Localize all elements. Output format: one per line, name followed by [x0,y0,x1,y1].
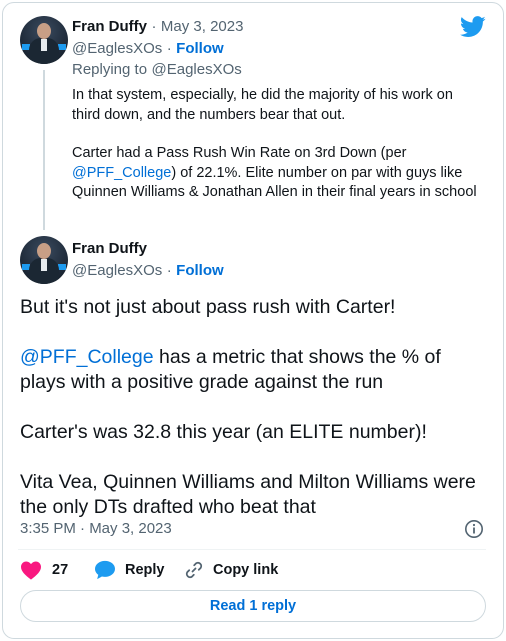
reply-button[interactable]: Reply [94,560,165,580]
follow-button[interactable]: Follow [176,40,224,57]
like-button[interactable]: 27 [20,560,68,580]
avatar[interactable] [20,16,68,64]
avatar[interactable] [20,236,68,284]
tweet-paragraph: But it's not just about pass rush with C… [20,296,396,318]
main-tweet-text: But it's not just about pass rush with C… [20,295,486,520]
header-separator: · [151,18,157,35]
reply-paragraph: In that system, especially, he did the m… [72,87,453,123]
reply-paragraph: Carter had a Pass Rush Win Rate on 3rd D… [72,144,482,203]
replying-to: Replying to @EaglesXOs [72,61,242,79]
text-segment: Carter had a Pass Rush Win Rate on 3rd D… [72,145,407,161]
reply-tweet-text: In that system, especially, he did the m… [72,86,482,203]
main-tweet-handle-row: @EaglesXOs · Follow [72,262,224,280]
read-replies-button[interactable]: Read 1 reply [20,590,486,622]
mention-link[interactable]: @PFF_College [72,165,171,181]
tweet-paragraph: Carter's was 32.8 this year (an ELITE nu… [20,421,427,443]
user-handle[interactable]: @EaglesXOs [72,40,162,57]
speech-bubble-icon [95,560,115,580]
follow-button[interactable]: Follow [176,262,224,279]
user-handle[interactable]: @EaglesXOs [72,262,162,279]
divider [18,549,486,550]
copy-link-button[interactable]: Copy link [184,560,278,580]
reply-tweet-handle-row: @EaglesXOs · Follow [72,40,224,58]
main-tweet-header: Fran Duffy [72,240,147,258]
like-count: 27 [52,562,69,578]
info-icon[interactable] [464,519,484,539]
reply-label: Reply [125,562,165,578]
display-name[interactable]: Fran Duffy [72,240,147,257]
replying-to-handle[interactable]: @EaglesXOs [152,61,242,78]
mention-link[interactable]: @PFF_College [20,346,154,368]
copy-link-label: Copy link [213,562,279,578]
display-name[interactable]: Fran Duffy [72,18,147,35]
tweet-timestamp[interactable]: 3:35 PM · May 3, 2023 [20,520,172,537]
tweet-paragraph: Vita Vea, Quinnen Williams and Milton Wi… [20,471,476,518]
reply-tweet-header: Fran Duffy · May 3, 2023 [72,18,243,36]
twitter-bird-icon[interactable] [460,16,486,38]
follow-separator: · [166,262,172,279]
heart-icon [21,561,41,580]
tweet-paragraph: @PFF_College has a metric that shows the… [20,345,486,395]
link-icon [185,561,203,579]
thread-connector-line [43,70,45,230]
replying-to-label: Replying to [72,61,148,78]
follow-separator: · [166,40,172,57]
tweet-date[interactable]: May 3, 2023 [161,18,244,35]
